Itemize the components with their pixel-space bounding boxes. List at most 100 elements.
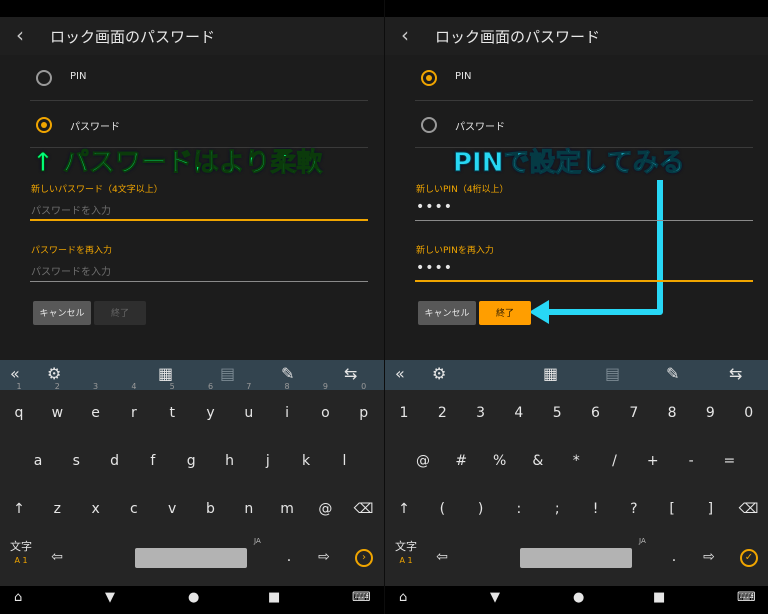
key-r1-7[interactable]: 8 <box>653 394 691 432</box>
reenter-password-field[interactable]: パスワードを入力 <box>30 260 368 282</box>
key-r1-8[interactable]: 9 <box>691 394 729 432</box>
key-r2-8[interactable]: = <box>710 442 748 480</box>
keyboard-icon[interactable]: ⌨ <box>737 590 756 605</box>
key-r3-8[interactable]: ] <box>691 490 729 528</box>
gear-icon[interactable]: ⚙ <box>47 364 61 383</box>
keyboard-icon[interactable]: ⌨ <box>352 590 371 605</box>
key-l3-4[interactable]: v <box>153 490 191 528</box>
key-l3-9[interactable]: ⌫ <box>345 490 383 528</box>
radio-option-pin[interactable]: PIN <box>30 55 368 101</box>
key-r1-2[interactable]: 3 <box>462 394 500 432</box>
key-l1-8[interactable]: o9 <box>306 382 344 432</box>
key-r1-1[interactable]: 2 <box>423 394 461 432</box>
check-icon[interactable]: ✓ <box>740 549 758 567</box>
radio-option-pin[interactable]: PIN <box>415 55 753 101</box>
key-r3-2[interactable]: ) <box>462 490 500 528</box>
key-r2-1[interactable]: # <box>442 442 480 480</box>
key-l2-3[interactable]: f <box>134 442 172 480</box>
key-l3-0[interactable]: ↑ <box>0 490 38 528</box>
key-r2-5[interactable]: / <box>596 442 634 480</box>
period-key[interactable]: . <box>270 538 308 576</box>
arrow-right-icon[interactable]: ⇨ <box>690 538 728 576</box>
key-r1-3[interactable]: 4 <box>500 394 538 432</box>
key-l1-4[interactable]: t5 <box>153 382 191 432</box>
keyboard-layout-icon[interactable]: ▦ <box>543 364 558 383</box>
key-r1-0[interactable]: 1 <box>385 394 423 432</box>
collapse-icon[interactable]: « <box>10 364 20 383</box>
home-circle-icon[interactable]: ● <box>188 590 199 605</box>
key-l1-0[interactable]: q1 <box>0 382 38 432</box>
key-l2-4[interactable]: g <box>172 442 210 480</box>
key-l3-5[interactable]: b <box>192 490 230 528</box>
key-r3-9[interactable]: ⌫ <box>730 490 768 528</box>
key-r1-6[interactable]: 7 <box>615 394 653 432</box>
key-r1-9[interactable]: 0 <box>730 394 768 432</box>
key-l2-8[interactable]: l <box>325 442 363 480</box>
arrow-right-icon[interactable]: ⇨ <box>305 538 343 576</box>
key-l3-1[interactable]: z <box>38 490 76 528</box>
cancel-button[interactable]: キャンセル <box>33 301 91 325</box>
keyboard-layout-icon[interactable]: ▦ <box>158 364 173 383</box>
key-r2-3[interactable]: & <box>519 442 557 480</box>
arrow-left-icon[interactable]: ⇦ <box>38 538 76 576</box>
key-l1-7[interactable]: i8 <box>268 382 306 432</box>
back-triangle-icon[interactable]: ▼ <box>490 590 500 605</box>
recents-square-icon[interactable]: ■ <box>268 590 280 605</box>
key-l1-2[interactable]: e3 <box>77 382 115 432</box>
dictionary-edit-icon[interactable]: ✎ <box>666 364 679 383</box>
key-r1-4[interactable]: 5 <box>538 394 576 432</box>
period-key[interactable]: . <box>655 538 693 576</box>
recents-square-icon[interactable]: ■ <box>653 590 665 605</box>
arrow-left-icon[interactable]: ⇦ <box>423 538 461 576</box>
key-l2-1[interactable]: s <box>57 442 95 480</box>
key-l3-6[interactable]: n <box>230 490 268 528</box>
key-r3-5[interactable]: ! <box>577 490 615 528</box>
key-l1-5[interactable]: y6 <box>192 382 230 432</box>
back-arrow-icon[interactable]: ‹ <box>16 23 24 47</box>
key-r3-7[interactable]: [ <box>653 490 691 528</box>
key-r2-7[interactable]: - <box>672 442 710 480</box>
key-l3-3[interactable]: c <box>115 490 153 528</box>
space-key[interactable] <box>135 548 247 568</box>
input-mode-icon[interactable]: ▤ <box>220 364 235 383</box>
done-button[interactable]: 終了 <box>94 301 146 325</box>
key-l3-8[interactable]: @ <box>306 490 344 528</box>
reenter-pin-field[interactable]: •••• <box>415 260 753 282</box>
key-r1-5[interactable]: 6 <box>577 394 615 432</box>
home-launcher-icon[interactable]: ⌂ <box>399 590 407 605</box>
key-r3-3[interactable]: : <box>500 490 538 528</box>
key-r2-4[interactable]: * <box>557 442 595 480</box>
mode-key[interactable]: 文字 A 1 <box>387 540 425 578</box>
radio-unselected-icon[interactable] <box>36 70 52 86</box>
key-r3-0[interactable]: ↑ <box>385 490 423 528</box>
back-triangle-icon[interactable]: ▼ <box>105 590 115 605</box>
key-l1-9[interactable]: p0 <box>345 382 383 432</box>
keyboard-move-icon[interactable]: ⇆ <box>344 364 357 383</box>
key-l3-7[interactable]: m <box>268 490 306 528</box>
new-pin-field[interactable]: •••• <box>415 199 753 221</box>
key-l3-2[interactable]: x <box>77 490 115 528</box>
key-l1-3[interactable]: r4 <box>115 382 153 432</box>
back-arrow-icon[interactable]: ‹ <box>401 23 409 47</box>
radio-selected-icon[interactable] <box>421 70 437 86</box>
collapse-icon[interactable]: « <box>395 364 405 383</box>
key-r2-2[interactable]: % <box>481 442 519 480</box>
keyboard-move-icon[interactable]: ⇆ <box>729 364 742 383</box>
space-key[interactable] <box>520 548 632 568</box>
key-l2-5[interactable]: h <box>211 442 249 480</box>
key-l2-6[interactable]: j <box>249 442 287 480</box>
new-password-field[interactable]: パスワードを入力 <box>30 199 368 221</box>
cancel-button[interactable]: キャンセル <box>418 301 476 325</box>
key-l2-7[interactable]: k <box>287 442 325 480</box>
key-r2-6[interactable]: + <box>634 442 672 480</box>
input-mode-icon[interactable]: ▤ <box>605 364 620 383</box>
key-l2-2[interactable]: d <box>96 442 134 480</box>
radio-unselected-icon[interactable] <box>421 117 437 133</box>
key-l1-6[interactable]: u7 <box>230 382 268 432</box>
key-l1-1[interactable]: w2 <box>38 382 76 432</box>
dictionary-edit-icon[interactable]: ✎ <box>281 364 294 383</box>
key-r3-6[interactable]: ? <box>615 490 653 528</box>
home-circle-icon[interactable]: ● <box>573 590 584 605</box>
home-launcher-icon[interactable]: ⌂ <box>14 590 22 605</box>
key-r2-0[interactable]: @ <box>404 442 442 480</box>
